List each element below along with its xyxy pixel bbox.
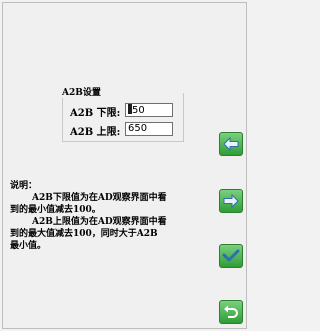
description-line: 最小值。 [10,241,47,251]
group-title: A2B设置 [62,85,104,98]
screen-frame [2,2,247,329]
description-heading: 说明： [10,181,38,191]
upper-limit-input[interactable]: 650 [125,122,173,136]
description-line: A2B上限值为在AD观察界面中看 [32,217,167,227]
lower-limit-input[interactable]: 50 [125,103,173,117]
back-button[interactable] [219,132,243,156]
next-button[interactable] [219,189,243,213]
lower-limit-label: A2B 下限: [70,108,121,119]
description-line: 到的最小值减去100。 [10,205,101,215]
description-line: 到的最大值减去100，同时大于A2B [10,229,158,239]
description-line: A2B下限值为在AD观察界面中看 [32,193,167,203]
return-button[interactable] [219,300,243,324]
upper-limit-label: A2B 上限: [70,127,121,138]
upper-limit-value: 650 [128,123,148,134]
return-icon [224,305,238,318]
description-block: 说明： A2B下限值为在AD观察界面中看 到的最小值减去100。 A2B上限值为… [10,180,210,252]
arrow-right-icon [223,193,239,209]
check-icon [222,249,240,262]
confirm-button[interactable] [219,244,243,268]
lower-limit-value: 50 [132,105,145,116]
arrow-left-icon [223,136,239,152]
